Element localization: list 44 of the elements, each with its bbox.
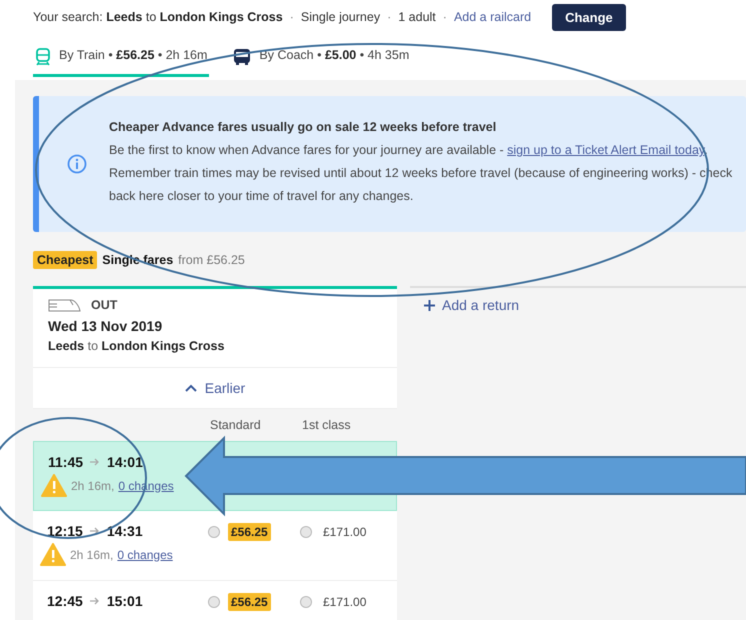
- separator-dot: ·: [442, 10, 447, 24]
- direction-label: OUT: [91, 298, 118, 312]
- info-icon: [67, 154, 87, 174]
- plus-icon: [424, 300, 435, 310]
- train-icon: [35, 48, 51, 66]
- fare-price: £171.00: [322, 594, 368, 611]
- fare-radio[interactable]: [300, 596, 312, 608]
- notice-title: Cheaper Advance fares usually go on sale 12 weeks before travel: [109, 120, 498, 134]
- change-button[interactable]: Change: [552, 4, 626, 30]
- route-text: Leeds to London Kings Cross: [48, 339, 226, 353]
- chevron-up-icon: [184, 384, 197, 392]
- journey-duration: 2h 16m,: [71, 478, 114, 492]
- fare-radio[interactable]: [208, 596, 220, 608]
- arrival-time: 14:01: [107, 454, 143, 470]
- travel-date: Wed 13 Nov 2019: [48, 318, 164, 334]
- changes-link[interactable]: 0 changes: [117, 548, 173, 562]
- transport-tab[interactable]: By Train • £56.25 • 2h 16m: [33, 48, 210, 77]
- departure-time: 12:15: [47, 523, 83, 539]
- arrival-time: 14:31: [106, 523, 143, 539]
- departure-time: 12:45: [47, 593, 83, 609]
- cheapest-badge: Cheapest: [33, 251, 98, 269]
- earlier-button[interactable]: Earlier: [178, 379, 252, 397]
- departure-time: 11:45: [48, 454, 84, 470]
- search-summary: Your search: Leeds to London Kings Cross: [33, 10, 283, 24]
- arrow-icon: [90, 458, 100, 466]
- passenger-count: 1 adult: [398, 10, 436, 24]
- fare-radio[interactable]: [208, 526, 220, 538]
- train-front-icon: [48, 298, 81, 312]
- fare-price: £56.25: [228, 593, 271, 611]
- fare-price: £56.25: [228, 523, 271, 541]
- fare-price: £171.00: [322, 524, 368, 541]
- column-header: Standard: [210, 418, 262, 432]
- add-return-button[interactable]: Add a return: [418, 296, 526, 314]
- separator-dot: ·: [387, 10, 392, 24]
- fare-radio[interactable]: [300, 526, 312, 538]
- arrow-icon: [90, 597, 100, 605]
- column-header: 1st class: [302, 418, 352, 432]
- separator-dot: ·: [290, 10, 294, 24]
- fares-from: from £56.25: [178, 253, 245, 267]
- journey-duration: 2h 16m,: [70, 548, 114, 562]
- journey-type: Single journey: [300, 10, 380, 24]
- arrow-icon: [90, 527, 100, 535]
- arrival-time: 15:01: [106, 593, 143, 609]
- add-railcard-link[interactable]: Add a railcard: [454, 10, 532, 24]
